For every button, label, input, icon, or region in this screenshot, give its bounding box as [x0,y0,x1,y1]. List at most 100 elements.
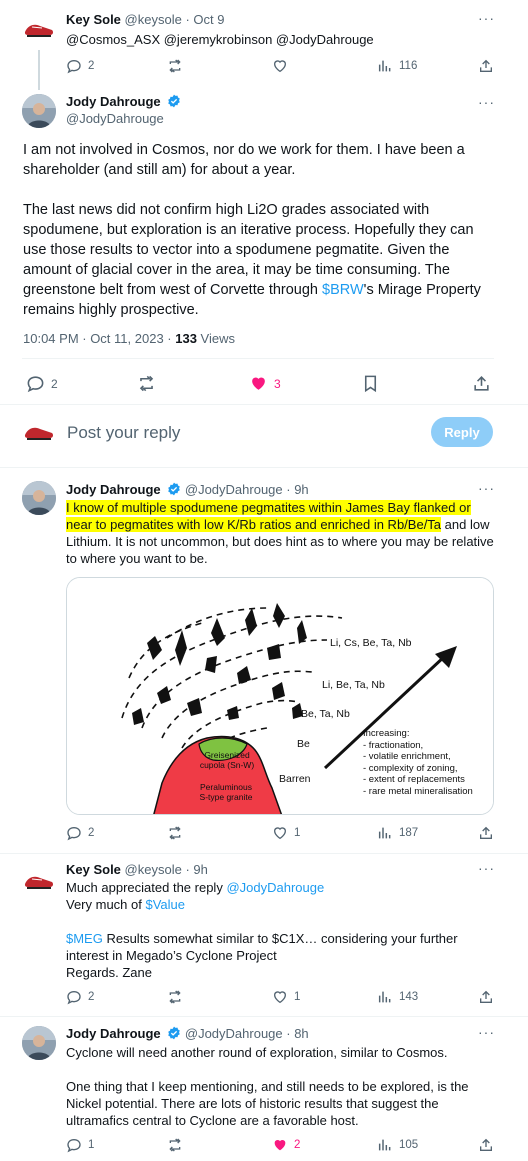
more-icon[interactable]: ··· [478,10,495,26]
retweet-button[interactable] [167,825,183,841]
author-handle[interactable]: @keysole [125,12,182,27]
tweet-text: I know of multiple spodumene pegmatites … [66,499,516,567]
tweet-line: Much appreciated the reply @JodyDahrouge [66,879,516,896]
retweet-icon [139,375,154,392]
views-count: 116 [399,60,418,72]
more-icon[interactable]: ··· [478,860,495,876]
tweet-paragraph: I am not involved in Cosmos, nor do we w… [23,142,465,178]
reply-count: 2 [88,991,95,1003]
author-handle[interactable]: @JodyDahrouge [185,1026,283,1041]
tweet-date[interactable]: · 9h [185,862,207,877]
avatar[interactable] [22,94,56,128]
tweet-line: I know of multiple spodumene pegmatites … [66,499,516,516]
author-name[interactable]: Key Sole [66,862,121,877]
author-name[interactable]: Jody Dahrouge [66,94,161,109]
tweet-text-segment: Very much of [66,897,146,912]
verified-icon [168,482,181,496]
reply-button[interactable]: 1 [66,1137,94,1153]
granite-label-line: Peraluminous [200,782,252,792]
reply-icon [27,376,44,393]
like-button[interactable]: 3 [249,374,281,393]
reply-count: 2 [51,376,58,391]
tweet-date[interactable]: · Oct 9 [185,12,224,27]
like-button[interactable]: 2 [272,1137,300,1153]
views-count: 143 [399,991,419,1003]
tweet-text-segment: 's Mirage Property [363,282,481,298]
cashtag-link[interactable]: $BRW [322,282,364,298]
reply-button[interactable]: 2 [66,58,94,74]
reply-mentions[interactable]: @Cosmos_ASX @jeremykrobinson @JodyDahrou… [66,31,374,48]
views-button[interactable]: 105 [377,1137,418,1153]
views-button[interactable]: 116 [377,58,417,74]
share-button[interactable] [478,1137,494,1153]
reply-count: 1 [88,1139,95,1151]
share-button[interactable] [478,989,494,1005]
views-button[interactable]: 143 [377,989,418,1005]
reply-button[interactable]: 2 [26,374,58,393]
like-button[interactable] [272,58,288,74]
tweet-header: Jody Dahrouge [66,94,181,109]
tweet-line: The last news did not confirm high Li2O … [23,202,430,218]
share-button[interactable] [472,374,491,393]
cashtag-link[interactable]: $MEG [66,931,103,946]
like-count: 1 [294,827,301,839]
tweet-date[interactable]: · 9h [286,482,308,497]
tweet-date[interactable]: · 8h [286,1026,308,1041]
author-name[interactable]: Key Sole [66,12,121,27]
share-button[interactable] [478,825,494,841]
views-icon [378,827,391,839]
tweet-line: near to pegmatites with low K/Rb ratios … [66,516,516,533]
like-icon [252,377,265,390]
tweet-line: Nickel potential. There are lots of hist… [66,1096,439,1111]
retweet-icon [169,990,181,1004]
reply-button[interactable]: 2 [66,989,94,1005]
more-icon[interactable]: ··· [478,480,495,496]
retweet-button[interactable] [167,989,183,1005]
reply-button[interactable]: 2 [66,825,94,841]
reply-submit-button[interactable]: Reply [431,417,493,447]
greisen-label-line: cupola (Sn-W) [199,760,255,770]
divider [0,853,528,854]
author-handle[interactable]: @keysole [125,862,182,877]
retweet-icon [169,59,181,73]
views-icon [378,60,391,72]
retweet-button[interactable] [167,58,183,74]
greisen-label-line: Greisenized [204,750,250,760]
tweet-header: Jody Dahrouge @JodyDahrouge · 9h [66,482,309,497]
author-name[interactable]: Jody Dahrouge [66,482,161,497]
tweet-text: Much appreciated the reply @JodyDahrouge… [66,879,516,981]
tweet-header: Jody Dahrouge @JodyDahrouge · 8h [66,1026,309,1041]
reply-icon [67,1138,81,1153]
author-handle[interactable]: @JodyDahrouge [66,111,164,126]
retweet-button[interactable] [167,1137,183,1153]
avatar[interactable] [22,481,56,515]
tweet-line: to where you want to be. [66,551,208,566]
like-button[interactable]: 1 [272,989,300,1005]
avatar[interactable] [22,1026,56,1060]
more-icon[interactable]: ··· [478,94,495,110]
views-button[interactable]: 187 [377,825,418,841]
avatar[interactable] [22,864,56,898]
attached-image[interactable]: Li, Cs, Be, Ta, Nb Li, Be, Ta, Nb Be, Ta… [66,577,494,815]
author-name[interactable]: Jody Dahrouge [66,1026,161,1041]
reply-input[interactable]: Post your reply [67,423,180,443]
tweet-line: interest in Megado’s Cyclone Project [66,948,277,963]
like-button[interactable]: 1 [272,825,300,841]
mention-link[interactable]: @JodyDahrouge [226,880,324,895]
more-icon[interactable]: ··· [478,1024,495,1040]
share-icon [480,59,492,72]
tweet-text-segment: Much appreciated the reply [66,880,227,895]
share-button[interactable] [478,58,494,74]
tweet-line: spodumene, but exploration is an iterati… [23,222,474,238]
granite-label: Peraluminous S-type granite [191,782,261,802]
reply-count: 2 [88,827,95,839]
retweet-button[interactable] [137,374,156,393]
author-handle[interactable]: @JodyDahrouge [185,482,283,497]
cashtag-link[interactable]: $Value [145,897,185,912]
bookmark-button[interactable] [361,374,380,393]
share-icon [480,826,492,839]
tweet-timestamp[interactable]: 10:04 PM · Oct 11, 2023 · [23,331,175,346]
tweet-line: $MEG Results somewhat similar to $C1X… c… [66,930,516,947]
legend-title: Increasing: [363,728,410,739]
avatar[interactable] [22,12,56,46]
